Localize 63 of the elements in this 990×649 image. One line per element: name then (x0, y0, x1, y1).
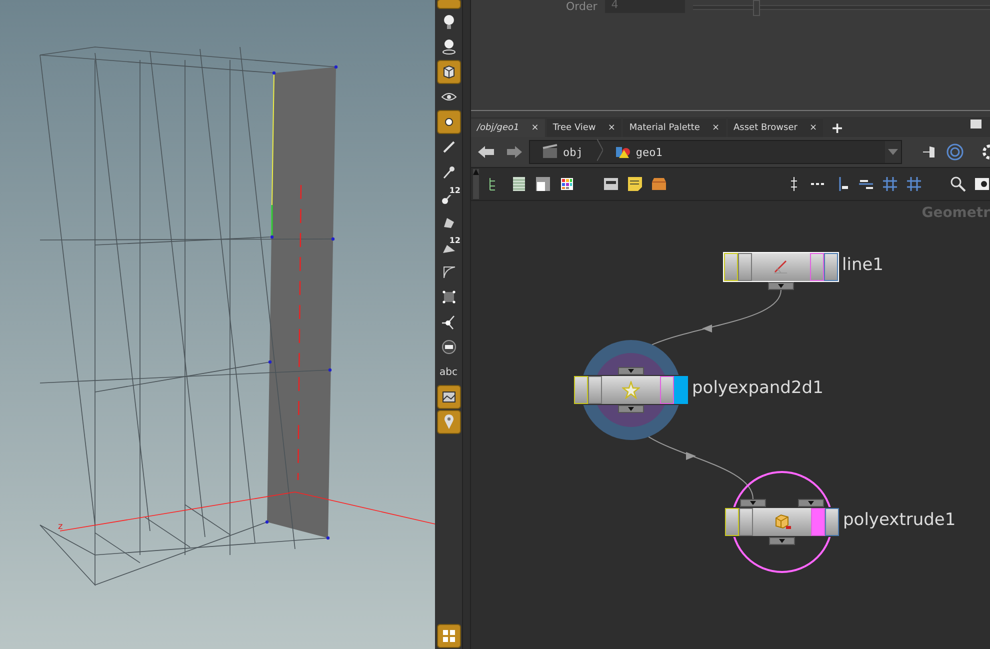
input-connector[interactable] (740, 499, 766, 507)
grid-icon[interactable] (438, 625, 460, 647)
display-flag[interactable] (824, 253, 838, 281)
node[interactable] (724, 507, 840, 537)
panel-icon[interactable] (603, 176, 619, 192)
lock-flag[interactable] (739, 508, 753, 536)
lock-flag[interactable] (588, 376, 602, 404)
number-tool[interactable]: 12 (436, 236, 460, 258)
clapper-icon (542, 144, 558, 160)
node-name: polyextrude1 (843, 510, 956, 530)
parameter-label: Order (566, 0, 598, 13)
image-icon[interactable] (438, 386, 460, 408)
number-tool[interactable]: 12 (436, 186, 460, 208)
slider-thumb[interactable] (753, 0, 760, 16)
caret-icon (779, 539, 785, 543)
dropdown-caret-icon[interactable] (888, 149, 898, 155)
node-name: polyexpand2d1 (692, 378, 824, 398)
grid-snap-icon[interactable] (882, 176, 898, 192)
maximize-icon[interactable] (970, 119, 982, 129)
node-name: line1 (842, 255, 884, 275)
settings-icon[interactable] (980, 143, 990, 161)
star-icon (622, 381, 640, 399)
lock-flag[interactable] (738, 253, 752, 281)
sheet-icon[interactable] (535, 176, 551, 192)
eye-icon[interactable] (974, 176, 990, 192)
line-icon (772, 258, 790, 276)
close-icon[interactable]: × (531, 123, 539, 133)
output-connector[interactable] (618, 405, 644, 413)
target-icon[interactable] (946, 143, 964, 161)
forward-icon[interactable] (505, 144, 523, 160)
path-field[interactable]: obj geo1 (529, 140, 902, 164)
caret-icon (628, 407, 634, 411)
sticky-note-icon[interactable] (627, 176, 643, 192)
tab[interactable]: /obj/geo1 × (471, 119, 545, 137)
display-flag[interactable] (825, 508, 839, 536)
point-icon[interactable] (438, 111, 460, 133)
extrude-icon (773, 513, 791, 531)
path-crumb[interactable]: geo1 (608, 143, 670, 161)
shapes-icon (614, 144, 631, 160)
grid-icon[interactable] (906, 176, 922, 192)
node[interactable] (573, 375, 689, 405)
input-connector[interactable] (618, 367, 644, 375)
caret-icon (778, 284, 784, 288)
close-icon[interactable]: × (608, 123, 616, 133)
close-icon[interactable]: × (809, 123, 817, 133)
caret-icon (750, 501, 756, 505)
breadcrumb-separator-icon (596, 139, 603, 161)
input-connector[interactable] (798, 499, 824, 507)
add-tab-button[interactable]: + (824, 119, 850, 137)
caret-icon (808, 501, 814, 505)
search-icon[interactable] (950, 176, 966, 192)
axis-label: z (58, 522, 63, 532)
close-icon[interactable]: × (712, 123, 720, 133)
output-connector[interactable] (768, 282, 794, 290)
cube-icon[interactable] (438, 61, 460, 83)
output-connector[interactable] (769, 537, 795, 545)
list-icon[interactable] (511, 176, 527, 192)
box-icon[interactable] (651, 176, 667, 192)
caret-icon (628, 369, 634, 373)
path-crumb[interactable]: obj (536, 143, 591, 161)
pin-icon[interactable] (438, 411, 460, 433)
color-grid-icon[interactable] (559, 176, 575, 192)
text-tool[interactable]: abc (438, 361, 460, 383)
